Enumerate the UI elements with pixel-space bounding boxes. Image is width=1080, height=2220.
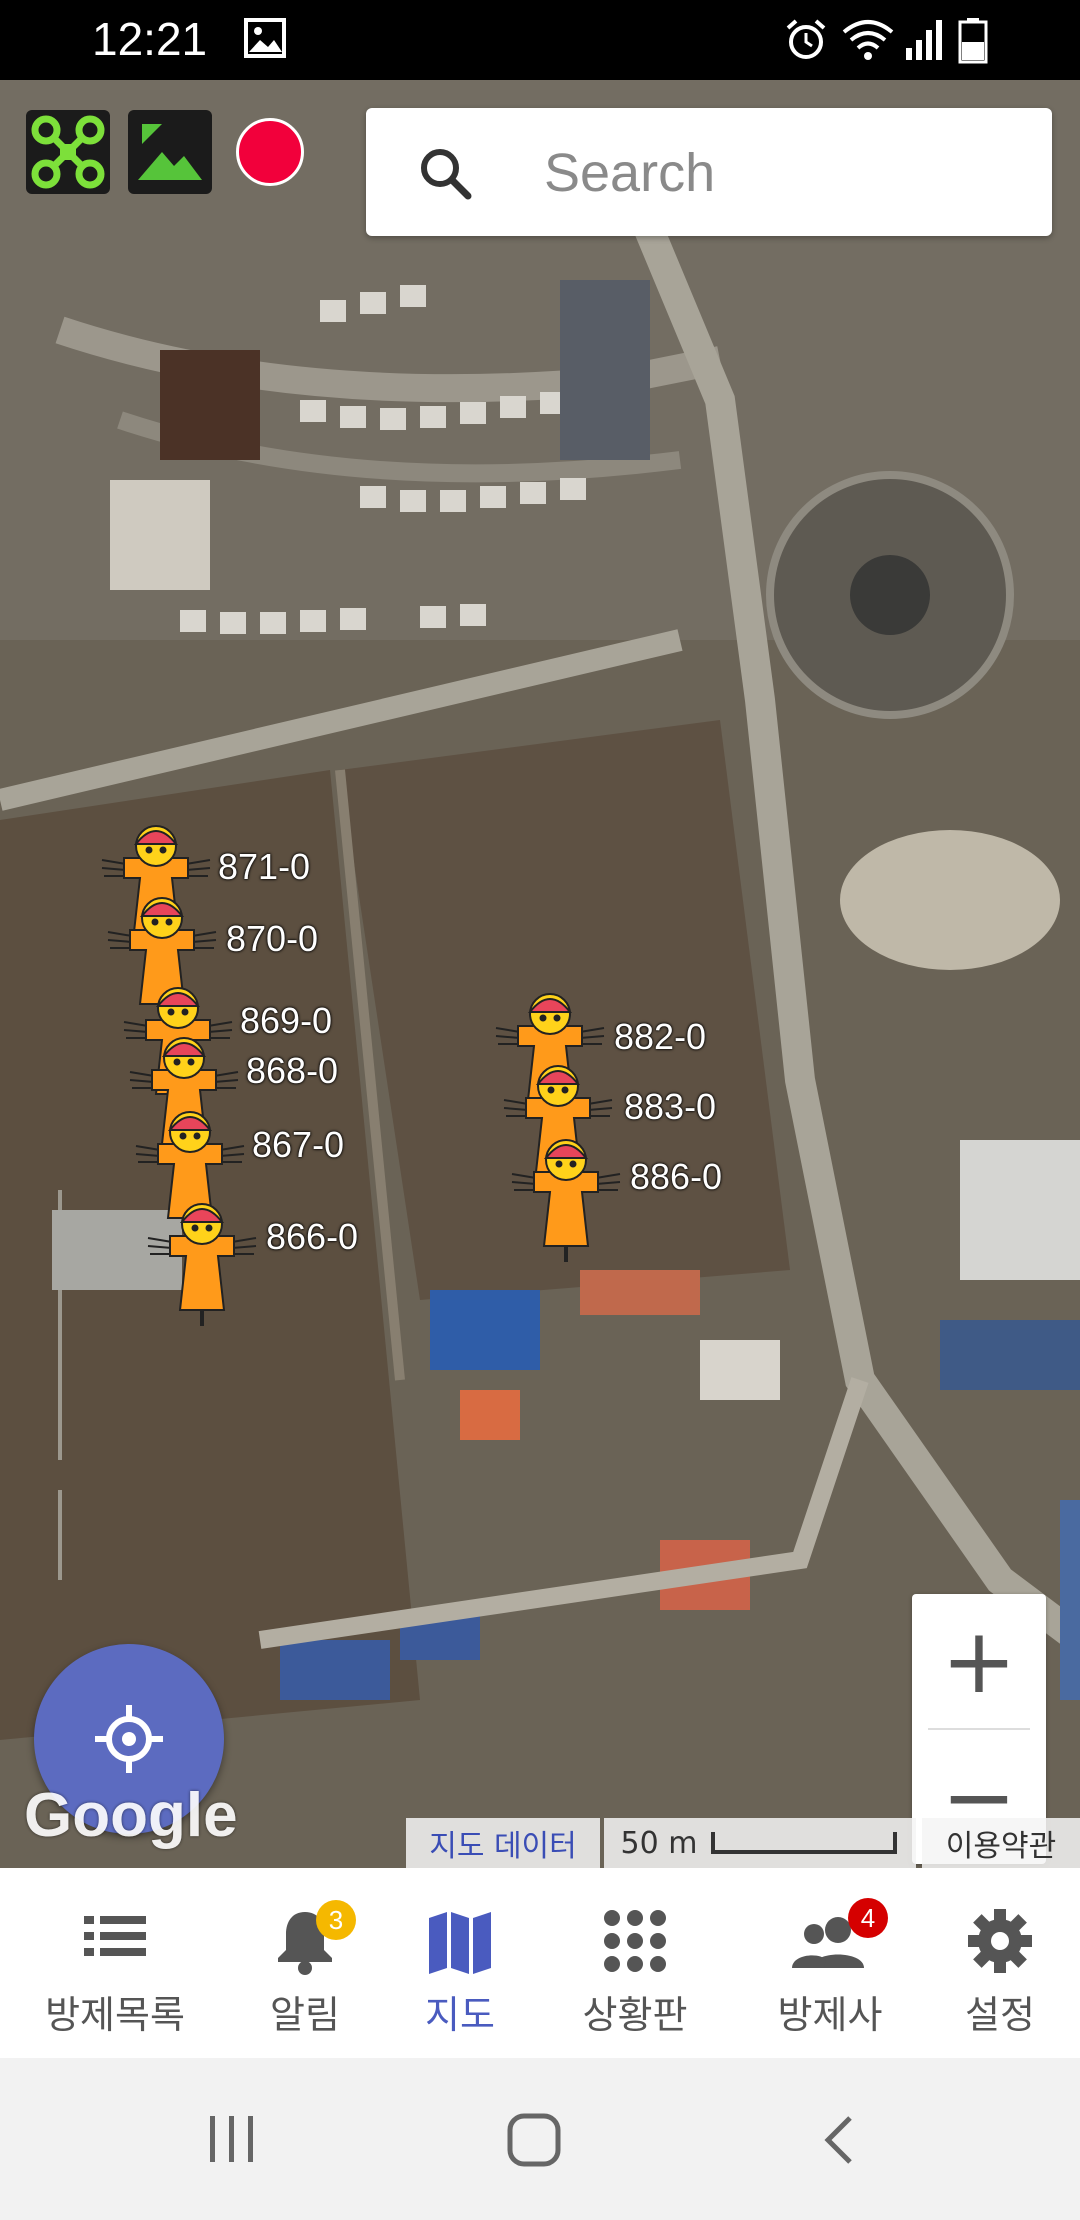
- gear-icon: [965, 1906, 1035, 1976]
- scale-line: [711, 1832, 898, 1854]
- marker-label: 871-0: [218, 846, 311, 887]
- alarm-icon: [784, 18, 828, 66]
- back-icon[interactable]: [820, 2114, 856, 2166]
- list-icon: [80, 1906, 150, 1976]
- nav-item-map[interactable]: 지도: [390, 1868, 530, 2058]
- nav-label: 설정: [965, 1993, 1035, 2037]
- nav-item-alerts[interactable]: 3 알림: [230, 1868, 380, 2058]
- nav-label: 지도: [425, 1993, 495, 2037]
- scale-bar: 50 m: [604, 1818, 916, 1868]
- alerts-badge: 3: [316, 1900, 356, 1940]
- people-icon: 4: [790, 1898, 888, 1976]
- crosshair-icon: [95, 1705, 163, 1773]
- system-navigation-bar: [0, 2058, 1080, 2220]
- record-indicator[interactable]: [236, 118, 304, 186]
- scale-label: 50 m: [620, 1825, 698, 1861]
- terrain-icon: [138, 124, 202, 180]
- marker-label: 883-0: [624, 1086, 717, 1127]
- marker-label: 869-0: [240, 1000, 333, 1041]
- scarecrow-marker[interactable]: [506, 1134, 626, 1264]
- map-data-link[interactable]: 지도 데이터: [406, 1818, 600, 1868]
- marker-label: 868-0: [246, 1050, 339, 1091]
- nav-label: 알림: [270, 1993, 340, 2037]
- recent-apps-icon[interactable]: [206, 2114, 258, 2164]
- marker-label: 866-0: [266, 1216, 359, 1257]
- nav-label: 방제목록: [45, 1993, 185, 2037]
- drone-icon: [31, 115, 105, 189]
- status-bar: 12:21: [0, 0, 1080, 80]
- wifi-icon: [842, 18, 894, 66]
- search-input[interactable]: [542, 132, 1026, 214]
- map-icon: [425, 1906, 495, 1976]
- satellite-map[interactable]: 871-0 870-0 869-0 868-0 867-0 866-0 882-…: [0, 80, 1080, 1868]
- terms-link[interactable]: 이용약관: [922, 1818, 1080, 1868]
- search-icon: [418, 146, 474, 206]
- battery-icon: [958, 18, 988, 68]
- search-bar[interactable]: [366, 108, 1052, 236]
- marker-label: 867-0: [252, 1124, 345, 1165]
- scarecrow-marker[interactable]: [142, 1198, 262, 1328]
- home-icon[interactable]: [506, 2112, 562, 2168]
- marker-label: 882-0: [614, 1016, 707, 1057]
- nav-item-list[interactable]: 방제목록: [20, 1868, 210, 2058]
- terrain-mode-button[interactable]: [128, 110, 212, 194]
- grid-icon: [600, 1906, 670, 1976]
- nav-item-settings[interactable]: 설정: [930, 1868, 1070, 2058]
- zoom-in-button[interactable]: +: [912, 1594, 1046, 1728]
- marker-label: 886-0: [630, 1156, 723, 1197]
- bell-icon: 3: [270, 1900, 356, 1976]
- nav-label: 상황판: [582, 1993, 688, 2037]
- drone-mode-button[interactable]: [26, 110, 110, 194]
- marker-label: 870-0: [226, 918, 319, 959]
- google-watermark: Google: [24, 1781, 238, 1850]
- operators-badge: 4: [848, 1898, 888, 1938]
- nav-item-operators[interactable]: 4 방제사: [740, 1868, 920, 2058]
- gallery-icon: [244, 18, 286, 62]
- nav-item-dashboard[interactable]: 상황판: [550, 1868, 720, 2058]
- signal-icon: [904, 18, 948, 66]
- clock: 12:21: [92, 13, 208, 65]
- bottom-navigation: 방제목록 3 알림 지도 상황판 4 방제사 설정: [0, 1868, 1080, 2058]
- nav-label: 방제사: [777, 1993, 883, 2037]
